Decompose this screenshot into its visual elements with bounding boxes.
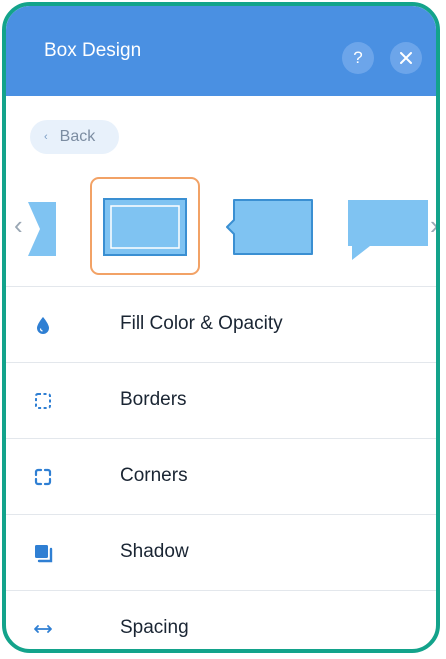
carousel-prev-button[interactable]: ‹ [14,210,23,241]
panel-header: Box Design ? [6,6,436,96]
menu-item-label: Spacing [120,617,189,638]
menu-item-borders[interactable]: Borders [6,362,436,438]
shadow-square-icon [35,545,53,563]
speech-bubble-box[interactable] [348,198,428,262]
menu-item-corners[interactable]: Corners [6,438,436,514]
menu-item-spacing[interactable]: Spacing [6,590,436,649]
menu-item-label: Fill Color & Opacity [120,313,283,334]
back-button[interactable]: ‹ Back [30,120,120,154]
menu-item-label: Borders [120,389,187,410]
close-button[interactable] [390,42,422,74]
chevron-left-icon: ‹ [44,131,48,143]
dashed-square-icon [35,393,51,409]
panel-title: Box Design [44,40,142,61]
back-label: Back [59,128,96,145]
corners-icon [34,468,52,486]
preset-carousel: ‹ › [6,174,436,280]
close-icon [400,52,412,64]
horizontal-arrows-icon [34,625,52,633]
inset-frame-box[interactable] [103,198,187,256]
menu-item-label: Shadow [120,541,189,562]
partial-preset[interactable] [28,202,56,256]
menu-item-shadow[interactable]: Shadow [6,514,436,590]
menu-item-fill-color[interactable]: Fill Color & Opacity [6,286,436,362]
help-button[interactable]: ? [342,42,374,74]
side-arrow-box[interactable] [226,198,314,256]
carousel-next-button[interactable]: › [430,210,436,241]
box-design-panel: Box Design ? ‹ Back ‹ › Fill Color & Opa… [2,2,440,653]
droplet-icon [37,317,49,334]
menu-item-label: Corners [120,465,188,486]
